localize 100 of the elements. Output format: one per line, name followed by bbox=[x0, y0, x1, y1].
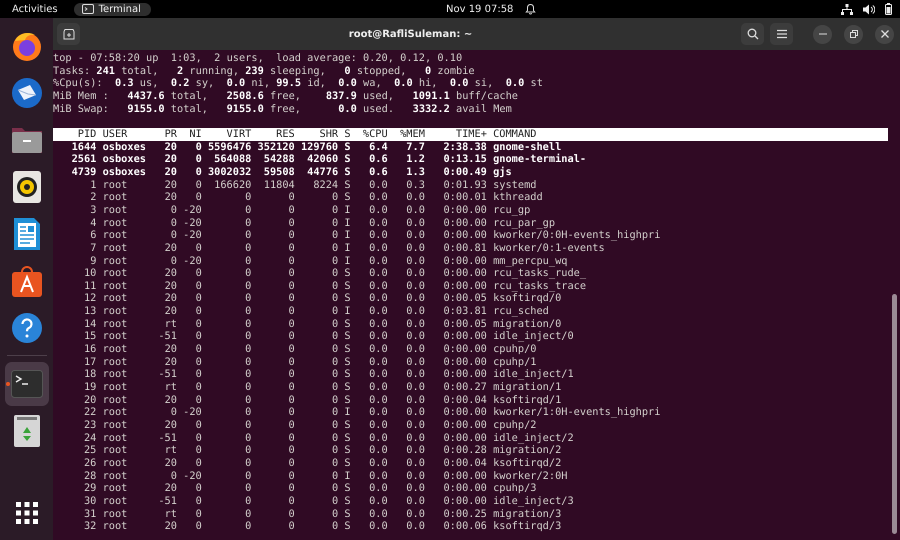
table-cell-text: 0 bbox=[170, 216, 177, 230]
table-cell-text: 23 bbox=[82, 419, 96, 432]
table-cell-text: root bbox=[102, 520, 128, 533]
app-grid-icon[interactable] bbox=[16, 502, 38, 524]
table-cell-text: ksoftirqd/1 bbox=[492, 394, 562, 406]
column-header: USER bbox=[102, 128, 128, 141]
table-cell-text: 9 bbox=[89, 254, 96, 268]
table-cell-text: S bbox=[343, 482, 351, 495]
table-cell-text: 0 bbox=[330, 508, 338, 520]
table-cell-text: -20 bbox=[182, 216, 202, 230]
table-cell-text: 0:01.93 bbox=[442, 178, 487, 192]
menu-button[interactable] bbox=[770, 23, 793, 45]
terminal-icon bbox=[82, 4, 94, 14]
new-tab-button[interactable] bbox=[57, 23, 80, 45]
table-cell-text: 0 bbox=[194, 153, 202, 166]
table-cell-text: 0.0 bbox=[405, 204, 425, 217]
table-cell-text: 20 bbox=[164, 267, 177, 280]
table-cell-text: I bbox=[343, 242, 351, 254]
table-cell-text: S bbox=[343, 508, 351, 520]
table-cell-text: 0 bbox=[244, 444, 252, 457]
search-button[interactable] bbox=[741, 23, 764, 45]
table-cell-text: 31 bbox=[82, 508, 96, 520]
table-cell-text: 0 bbox=[288, 204, 295, 217]
table-cell-text: 10 bbox=[82, 267, 96, 280]
table-cell-text: 352120 bbox=[256, 140, 295, 154]
table-cell-text: root bbox=[102, 419, 128, 432]
table-cell-text: 0 bbox=[244, 330, 252, 344]
close-button[interactable] bbox=[875, 24, 894, 44]
table-cell-text: 0.0 bbox=[368, 204, 388, 217]
table-cell-text: 0 bbox=[330, 229, 338, 242]
clock[interactable]: Nov 19 07:58 bbox=[446, 4, 514, 14]
table-cell-text: 0 bbox=[288, 470, 295, 482]
table-cell-text: 0 bbox=[194, 343, 202, 356]
terminal-icon bbox=[10, 370, 42, 398]
table-cell-text: S bbox=[343, 394, 351, 406]
column-header: PR bbox=[164, 128, 177, 141]
table-cell-text: 12 bbox=[82, 292, 96, 306]
table-cell-text: 0 bbox=[244, 457, 252, 470]
table-cell-text: -51 bbox=[157, 368, 177, 382]
table-cell-text: root bbox=[102, 318, 128, 330]
minimize-button[interactable] bbox=[813, 24, 832, 44]
table-cell-text: 20 bbox=[164, 178, 177, 192]
table-cell-text: 0 bbox=[170, 406, 177, 420]
table-cell-text: 0 bbox=[288, 254, 295, 268]
activities-button[interactable]: Activities bbox=[12, 4, 58, 14]
table-cell-text: 32 bbox=[82, 520, 96, 533]
menu-icon bbox=[776, 29, 788, 39]
battery-icon[interactable] bbox=[885, 3, 892, 15]
table-cell-text: I bbox=[343, 470, 351, 482]
table-cell-text: 1 bbox=[89, 178, 96, 192]
table-cell-text: 0 bbox=[288, 280, 295, 292]
table-cell-text: 7 bbox=[89, 242, 96, 254]
bell-icon bbox=[525, 3, 536, 15]
table-cell-text: 0.0 bbox=[368, 520, 388, 533]
table-cell-text: 0 bbox=[194, 356, 202, 368]
table-cell-text: 129760 bbox=[300, 140, 338, 154]
table-cell-text: 0:00.25 bbox=[442, 508, 487, 520]
column-header: TIME+ bbox=[454, 128, 487, 141]
table-cell-text: 0 bbox=[288, 229, 295, 242]
table-cell-text: 0.0 bbox=[405, 280, 425, 292]
table-cell-text: 7.7 bbox=[405, 140, 425, 154]
table-cell-text: 0 bbox=[288, 520, 295, 533]
summary-line: MiB Swap: 9155.0 total, 9155.0 free, 0.0 used. 3332.2 avail Mem bbox=[53, 102, 513, 116]
table-cell-text: 0 bbox=[330, 292, 338, 306]
table-cell-text: 0 bbox=[244, 482, 252, 495]
table-cell-text: 0.0 bbox=[368, 178, 388, 192]
table-cell-text: 0.0 bbox=[405, 419, 425, 432]
table-cell-text: 0.0 bbox=[368, 394, 388, 406]
column-header: %CPU bbox=[362, 128, 388, 141]
table-cell-text: 0 bbox=[330, 356, 338, 368]
table-cell-text: 3002032 bbox=[206, 166, 252, 179]
table-cell-text: 1.3 bbox=[405, 166, 425, 179]
restore-button[interactable] bbox=[844, 24, 863, 44]
table-cell-text: 0 bbox=[244, 406, 252, 420]
table-cell-text: 0.0 bbox=[405, 292, 425, 306]
table-cell-text: root bbox=[102, 406, 128, 420]
table-cell-text: S bbox=[343, 191, 351, 204]
table-cell-text: 0.0 bbox=[405, 394, 425, 406]
table-cell-text: 0 bbox=[194, 381, 202, 394]
table-cell-text: 0:00.00 bbox=[442, 494, 487, 508]
table-cell-text: 0:00.05 bbox=[442, 318, 487, 330]
table-cell-text: 0 bbox=[330, 470, 338, 482]
network-icon[interactable] bbox=[841, 4, 853, 14]
table-cell-text: 0.0 bbox=[405, 494, 425, 508]
table-cell-text: 20 bbox=[164, 457, 177, 470]
volume-icon[interactable] bbox=[863, 4, 875, 14]
table-cell-text: root bbox=[102, 267, 128, 280]
table-cell-text: I bbox=[343, 406, 351, 420]
app-menu-button[interactable]: Terminal bbox=[74, 2, 151, 16]
table-cell-text: 0:00.00 bbox=[442, 482, 487, 495]
table-cell-text: I bbox=[343, 305, 351, 318]
table-cell-text: 6.4 bbox=[368, 140, 388, 154]
table-cell-text: 20 bbox=[164, 482, 177, 495]
window-title: root@RafliSuleman: ~ bbox=[348, 28, 474, 40]
table-cell-text: 0 bbox=[194, 520, 202, 533]
table-cell-text: 20 bbox=[164, 305, 177, 318]
table-cell-text: 0 bbox=[194, 444, 202, 457]
scrollbar-thumb[interactable] bbox=[892, 294, 897, 534]
table-cell-text: 59508 bbox=[262, 166, 295, 179]
table-cell-text: kworker/2:0H bbox=[492, 470, 568, 482]
